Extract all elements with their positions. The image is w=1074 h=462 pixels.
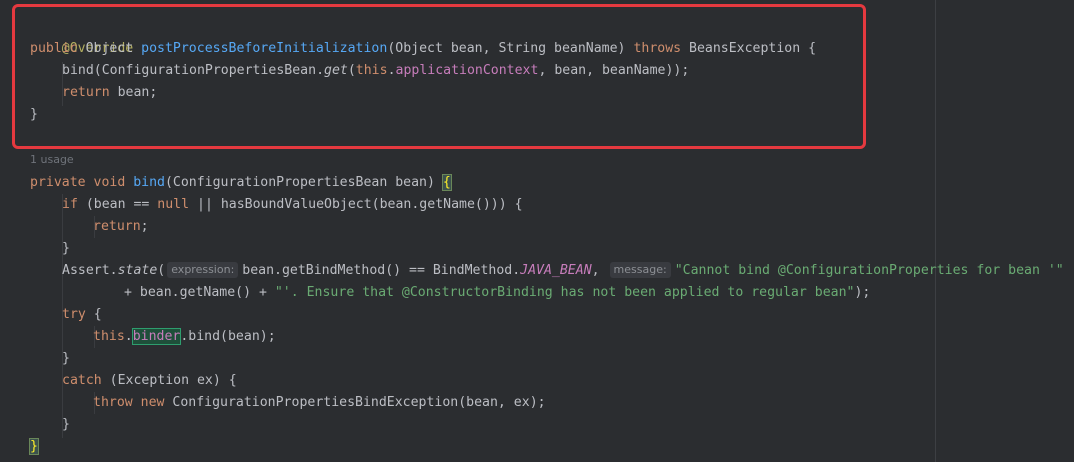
code-text: bean.getBindMethod() == BindMethod.: [242, 263, 521, 278]
code-text: Assert.: [62, 263, 118, 278]
static-method-token: state: [117, 263, 158, 278]
code-text: ;: [140, 219, 149, 234]
method-name-token: bind: [133, 175, 165, 190]
code-line[interactable]: Assert.state(expression: bean.getBindMeth…: [62, 260, 1064, 282]
constant-token: JAVA_BEAN: [520, 263, 592, 278]
keyword-token: throw: [93, 395, 133, 410]
parameter-hint-expression: expression:: [167, 262, 239, 278]
code-line[interactable]: private void bind(ConfigurationPropertie…: [30, 172, 452, 194]
matched-brace: {: [441, 174, 452, 191]
code-line[interactable]: }: [62, 414, 70, 436]
code-text: .: [124, 329, 133, 344]
annotation-highlight-box: [12, 4, 866, 149]
code-line[interactable]: catch (Exception ex) {: [62, 370, 237, 392]
keyword-token: private: [30, 175, 86, 190]
code-line[interactable]: try {: [62, 304, 102, 326]
code-text: || hasBoundValueObject(bean.getName())) …: [189, 197, 523, 212]
code-text: (: [157, 263, 166, 278]
code-text: + bean.getName() +: [124, 285, 275, 300]
code-line[interactable]: }: [62, 348, 70, 370]
keyword-token: try: [62, 307, 86, 322]
code-line[interactable]: + bean.getName() + "'. Ensure that @Cons…: [124, 282, 870, 304]
right-margin-guide: [935, 0, 936, 462]
code-line[interactable]: this.binder.bind(bean);: [93, 326, 276, 348]
code-editor[interactable]: @Override public Object postProcessBefor…: [0, 0, 1074, 462]
code-text: (Exception ex) {: [101, 373, 237, 388]
string-token: "'. Ensure that @ConstructorBinding has …: [274, 285, 855, 300]
code-text: .bind(bean);: [180, 329, 276, 344]
field-token-highlighted[interactable]: binder: [131, 328, 182, 345]
keyword-token: new: [132, 395, 165, 410]
code-text: ,: [591, 263, 608, 278]
code-text: }: [62, 241, 70, 256]
keyword-token: void: [85, 175, 134, 190]
keyword-token: this: [93, 329, 125, 344]
code-line[interactable]: if (bean == null || hasBoundValueObject(…: [62, 194, 523, 216]
code-text: ConfigurationPropertiesBindException(bea…: [164, 395, 546, 410]
code-text: }: [62, 417, 70, 432]
code-line[interactable]: }: [62, 238, 70, 260]
string-token: "Cannot bind @ConfigurationProperties fo…: [674, 263, 1064, 278]
code-text: (bean ==: [77, 197, 158, 212]
keyword-token: return: [93, 219, 141, 234]
keyword-token: if: [62, 197, 78, 212]
code-line[interactable]: }: [29, 436, 39, 458]
matched-brace: }: [29, 438, 39, 455]
keyword-token: catch: [62, 373, 102, 388]
parameter-hint-message: message:: [609, 262, 671, 278]
keyword-token: null: [157, 197, 190, 212]
code-line[interactable]: return;: [93, 216, 149, 238]
code-text: (ConfigurationPropertiesBean bean): [164, 175, 443, 190]
code-text: {: [85, 307, 102, 322]
code-text: }: [62, 351, 70, 366]
code-line[interactable]: throw new ConfigurationPropertiesBindExc…: [93, 392, 546, 414]
code-text: );: [854, 285, 871, 300]
usages-hint[interactable]: 1 usage: [30, 152, 74, 168]
